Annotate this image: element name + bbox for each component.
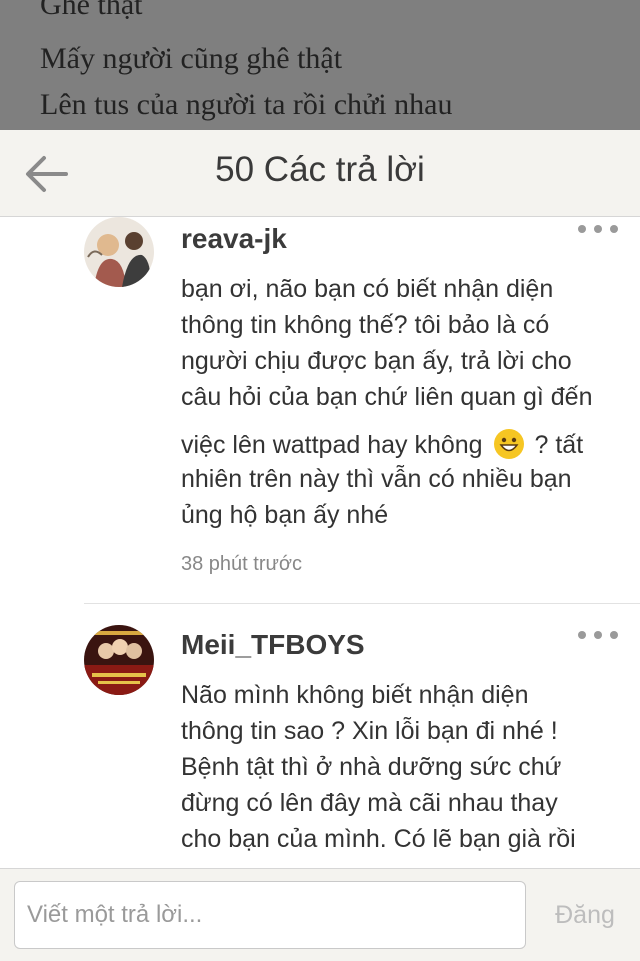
reply-input[interactable]	[14, 881, 526, 949]
comment-username[interactable]: Meii_TFBOYS	[181, 629, 365, 661]
comment-text-segment: ? tất	[534, 431, 584, 459]
background-post: Ghê thật Mấy người cũng ghê thật Lên tus…	[0, 0, 640, 130]
comment-text-line: Bệnh tật thì ở nhà dưỡng sức chứ	[181, 753, 562, 781]
comment-text-line: câu hỏi của bạn chứ liên quan gì đến	[181, 383, 593, 411]
replies-list[interactable]: reava-jk bạn ơi, não bạn có biết nhận di…	[0, 217, 640, 868]
comment-text-line: bạn ơi, não bạn có biết nhận diện	[181, 275, 554, 303]
background-post-line: Mấy người cũng ghê thật	[40, 42, 343, 75]
avatar[interactable]	[84, 217, 154, 287]
replies-sheet: 50 Các trả lời reava-jk bạn ơi, não bạn …	[0, 130, 640, 961]
background-post-line: Lên tus của người ta rồi chửi nhau	[40, 88, 453, 121]
comment-username[interactable]: reava-jk	[181, 223, 287, 255]
replies-header: 50 Các trả lời	[0, 130, 640, 217]
comment-text-segment: việc lên wattpad hay không	[181, 431, 483, 459]
more-dot-icon	[594, 631, 602, 639]
more-dot-icon	[578, 631, 586, 639]
comment-text-line: ủng hộ bạn ấy nhé	[181, 501, 389, 529]
avatar-image	[84, 217, 154, 287]
grinning-face-emoji-icon	[493, 429, 524, 459]
comment-text-line: thông tin không thế? tôi bảo là có	[181, 311, 550, 339]
comment-divider	[84, 603, 640, 604]
comment-text-line: người chịu được bạn ấy, trả lời cho	[181, 347, 572, 375]
comment-timestamp: 38 phút trước	[181, 553, 303, 575]
avatar[interactable]	[84, 625, 154, 695]
comment-text-line: thông tin sao ? Xin lỗi bạn đi nhé !	[181, 717, 558, 745]
reply-composer: Đăng	[0, 868, 640, 961]
more-dot-icon	[610, 225, 618, 233]
more-dot-icon	[578, 225, 586, 233]
more-options-button[interactable]	[578, 625, 618, 645]
background-post-line: Ghê thật	[40, 0, 143, 21]
comment-text-line: Não mình không biết nhận diện	[181, 681, 529, 709]
comment-text-line: đừng có lên đây mà cãi nhau thay	[181, 789, 558, 817]
more-dot-icon	[610, 631, 618, 639]
more-dot-icon	[594, 225, 602, 233]
comment-text-line: việc lên wattpad hay không ? tất	[181, 429, 583, 460]
page-title: 50 Các trả lời	[215, 150, 425, 189]
comment-text-line: nhiên trên này thì vẫn có nhiều bạn	[181, 465, 572, 493]
avatar-image	[84, 625, 154, 695]
comment-text-line: cho bạn của mình. Có lẽ bạn già rồi	[181, 825, 576, 853]
post-button[interactable]: Đăng	[540, 881, 630, 949]
more-options-button[interactable]	[578, 219, 618, 239]
